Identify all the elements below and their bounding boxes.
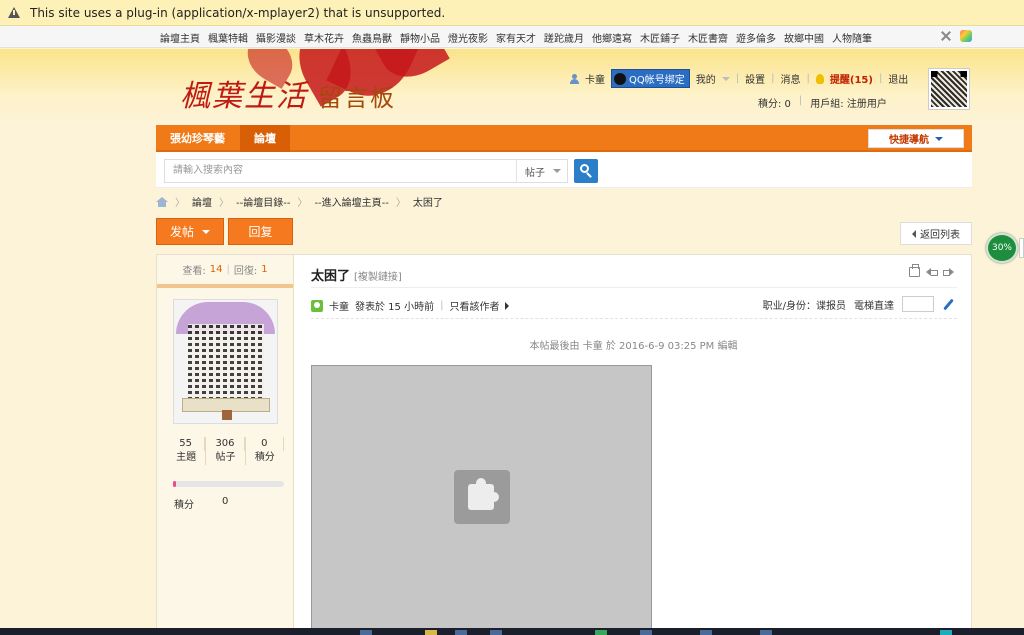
chevron-down-icon (935, 136, 943, 141)
next-thread-icon[interactable] (943, 267, 954, 277)
top-link[interactable]: 故鄉中國 (784, 30, 824, 45)
score-progress-bar (173, 481, 284, 487)
user-meta: 積分: 0 | 用戶組: 注册用户 (758, 95, 887, 110)
search-button[interactable] (574, 159, 598, 183)
author-sidebar: 查看: 14 | 回復: 1 55 主題 306 帖子 0 積分 積分 0 (157, 255, 294, 635)
prev-thread-icon[interactable] (926, 267, 938, 277)
chevron-down-icon (202, 229, 210, 234)
count-posts[interactable]: 306 帖子 (206, 437, 246, 465)
top-link[interactable]: 他鄉遠寫 (592, 30, 632, 45)
app-icon[interactable] (960, 30, 972, 42)
taskbar (0, 628, 1024, 635)
reply-button[interactable]: 回复 (228, 218, 293, 245)
qq-icon (614, 72, 626, 85)
top-link[interactable]: 人物隨筆 (832, 30, 872, 45)
only-author-link[interactable]: 只看該作者 (449, 298, 499, 313)
author-avatar[interactable] (173, 299, 278, 424)
my-menu[interactable]: 我的 (696, 71, 716, 86)
count-points[interactable]: 0 積分 (246, 437, 284, 465)
username-link[interactable]: 卡童 (585, 71, 605, 86)
logout-link[interactable]: 退出 (888, 71, 908, 86)
quick-nav-button[interactable]: 快捷導航 (868, 129, 964, 148)
user-avatar[interactable] (928, 68, 970, 110)
settings-link[interactable]: 設置 (745, 71, 765, 86)
post-panel: 查看: 14 | 回復: 1 55 主題 306 帖子 0 積分 積分 0 太困了 [複製鏈接… (156, 254, 972, 635)
author-link[interactable]: 卡童 (329, 298, 349, 313)
top-link[interactable]: 魚蟲鳥獸 (352, 30, 392, 45)
nav-tab-zhang[interactable]: 張幼珍琴藝 (156, 125, 239, 152)
puzzle-piece-icon (454, 470, 510, 524)
author-role: 职业/身份：谍报员 (762, 300, 846, 312)
new-post-button[interactable]: 发帖 (156, 218, 224, 245)
count-topics[interactable]: 55 主題 (167, 437, 207, 465)
back-to-list-button[interactable]: 返回列表 (900, 222, 972, 245)
user-info: 卡童 QQ帐号绑定 我的 | 設置 | 消息 | 提醒(15) | 退出 (570, 69, 908, 88)
post-tools (909, 264, 954, 277)
top-link[interactable]: 木匠書齋 (688, 30, 728, 45)
bulb-icon (815, 73, 824, 84)
fullscreen-icon[interactable] (940, 30, 952, 42)
post-time: 發表於 15 小時前 (355, 302, 435, 313)
arrow-left-icon (912, 229, 916, 238)
top-link[interactable]: 論壇主頁 (160, 30, 200, 45)
remind-link[interactable]: 提醒(15) (830, 71, 873, 86)
forum-navbar: 張幼珍琴藝 論壇 快捷導航 (156, 125, 972, 152)
post-title: 太困了 [複製鏈接] (311, 269, 402, 284)
breadcrumb-item[interactable]: 論壇 (192, 194, 212, 209)
chevron-down-icon (721, 76, 730, 81)
top-link[interactable]: 遊多倫多 (736, 30, 776, 45)
messages-link[interactable]: 消息 (781, 71, 801, 86)
qq-bind-button[interactable]: QQ帐号绑定 (611, 69, 690, 88)
jump-label: 電梯直達 (854, 300, 894, 312)
usergroup-link[interactable]: 用戶組: 注册用户 (810, 95, 887, 110)
top-link[interactable]: 楓葉特輯 (208, 30, 248, 45)
unsupported-plugin-placeholder[interactable] (311, 365, 652, 635)
top-nav: 論壇主頁 楓葉特輯 攝影漫談 草木花卉 魚蟲鳥獸 靜物小品 燈光夜影 家有天才 蹉跎歲月 他鄉遠寫… (0, 26, 1024, 48)
breadcrumb-item[interactable]: --進入論壇主頁-- (314, 194, 388, 209)
site-header: 楓葉生活 留言板 卡童 QQ帐号绑定 我的 | 設置 | 消息 | 提醒(15) … (0, 49, 1024, 125)
side-tab[interactable] (1019, 238, 1024, 258)
print-icon[interactable] (909, 264, 920, 277)
nav-tab-forum[interactable]: 論壇 (240, 125, 290, 152)
breadcrumb: 〉 論壇 〉 --論壇目錄-- 〉 --進入論壇主頁-- 〉 太困了 (156, 194, 443, 209)
online-icon (311, 299, 323, 312)
top-link[interactable]: 燈光夜影 (448, 30, 488, 45)
breadcrumb-current: 太困了 (412, 198, 443, 209)
chevron-down-icon (553, 169, 561, 173)
top-link[interactable]: 家有天才 (496, 30, 536, 45)
top-link[interactable]: 靜物小品 (400, 30, 440, 45)
post-main: 太困了 [複製鏈接] 卡童 發表於 15 小時前 | 只看該作者 职业/身份：谍报… (295, 255, 972, 635)
search-type-select[interactable]: 帖子 (516, 159, 568, 183)
warning-icon (8, 7, 20, 18)
search-input[interactable]: 請輸入搜索內容 (164, 159, 517, 183)
progress-badge[interactable]: 30% (986, 233, 1018, 263)
author-row: 卡童 發表於 15 小時前 | 只看該作者 (311, 298, 510, 313)
plugin-warning-text: This site uses a plug-in (application/x-… (30, 5, 446, 20)
edit-note: 本帖最後由 卡童 於 2016-6-9 03:25 PM 編輯 (529, 341, 738, 352)
top-nav-links: 論壇主頁 楓葉特輯 攝影漫談 草木花卉 魚蟲鳥獸 靜物小品 燈光夜影 家有天才 蹉跎歲月 他鄉遠寫… (160, 30, 872, 45)
site-logo[interactable]: 楓葉生活 留言板 (180, 71, 396, 115)
top-link[interactable]: 木匠鋪子 (640, 30, 680, 45)
floor-jump-input[interactable] (902, 296, 934, 312)
plugin-warning-bar: This site uses a plug-in (application/x-… (0, 0, 1024, 26)
score-row: 積分 0 (174, 496, 229, 511)
top-link[interactable]: 草木花卉 (304, 30, 344, 45)
copy-link[interactable]: [複製鏈接] (354, 272, 402, 283)
arrow-right-icon (505, 301, 510, 310)
home-icon[interactable] (156, 196, 168, 207)
top-link[interactable]: 蹉跎歲月 (544, 30, 584, 45)
points-link[interactable]: 積分: 0 (758, 95, 791, 110)
breadcrumb-item[interactable]: --論壇目錄-- (236, 194, 290, 209)
search-row: 請輸入搜索內容 帖子 (156, 152, 972, 188)
user-icon (570, 73, 579, 84)
wrench-icon[interactable] (942, 298, 954, 310)
author-counts: 55 主題 306 帖子 0 積分 (167, 437, 284, 465)
post-meta-right: 职业/身份：谍报员 電梯直達 (763, 296, 954, 312)
top-link[interactable]: 攝影漫談 (256, 30, 296, 45)
view-reply-stats: 查看: 14 | 回復: 1 (157, 255, 293, 288)
